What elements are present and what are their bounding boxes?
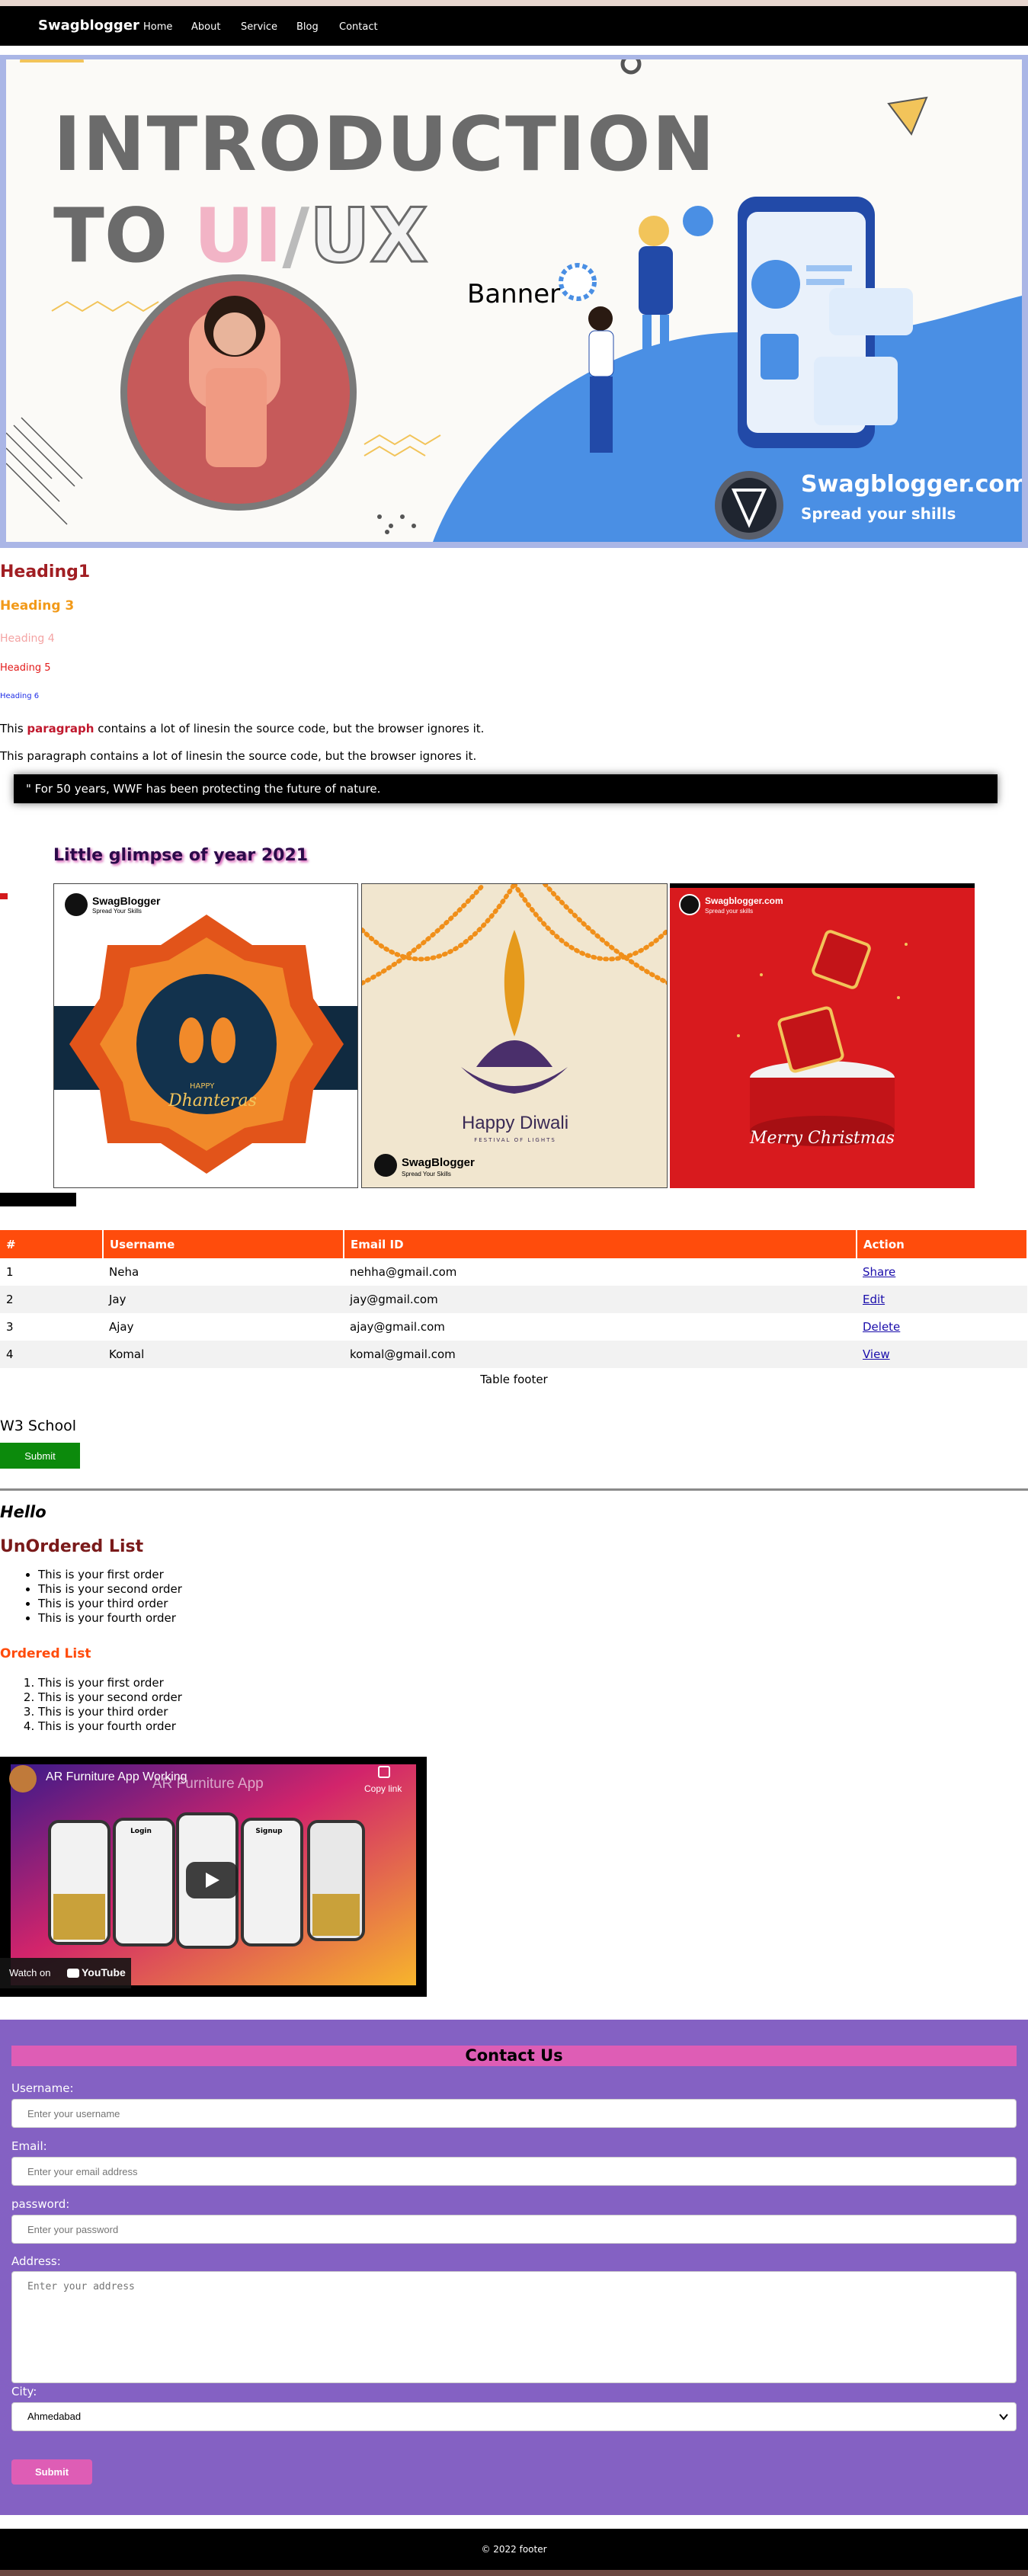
bottom-strip: [0, 2570, 1028, 2576]
unordered-list-title: UnOrdered List: [0, 1537, 144, 1556]
users-table: # Username Email ID Action 1 Neha nehha@…: [0, 1230, 1028, 1368]
city-select[interactable]: Ahmedabad: [11, 2402, 1017, 2431]
list-item: This is your fourth order: [38, 1719, 182, 1734]
list-item: This is your first order: [38, 1676, 182, 1690]
banner-site-name: Swagblogger.com: [801, 471, 1022, 498]
list-item: This is your third order: [38, 1705, 182, 1719]
chevron-down-icon: [999, 2414, 1008, 2421]
list-item: This is your fourth order: [38, 1611, 182, 1626]
edit-link[interactable]: Edit: [863, 1293, 885, 1306]
ordered-list-title: Ordered List: [0, 1646, 91, 1661]
username-label: Username:: [11, 2081, 74, 2095]
swagblogger-logo-icon: [679, 894, 700, 915]
address-textarea[interactable]: [11, 2271, 1017, 2383]
submit-button-green[interactable]: Submit: [0, 1443, 80, 1469]
swagblogger-logo-icon: [374, 1154, 397, 1177]
column-header-email: Email ID: [344, 1230, 857, 1258]
email-label: Email:: [11, 2139, 47, 2153]
banner-title-line1: INTRODUCTION: [53, 101, 716, 188]
contact-submit-button[interactable]: Submit: [11, 2459, 92, 2485]
youtube-logo-icon: [67, 1969, 79, 1978]
nav-link-contact[interactable]: Contact: [339, 21, 378, 33]
nav-link-service[interactable]: Service: [241, 21, 277, 33]
gallery-image-dhanteras: SwagBlogger Spread Your Skills HAPPY Dha…: [53, 883, 358, 1188]
heading-5: Heading 5: [0, 662, 51, 674]
heading-4: Heading 4: [0, 633, 55, 645]
table-row: 2 Jay jay@gmail.com Edit: [0, 1286, 1027, 1313]
view-link[interactable]: View: [863, 1347, 890, 1361]
column-header-action: Action: [857, 1230, 1028, 1258]
banner-image: INTRODUCTION TO UI/UX Banner Swagblogger…: [6, 59, 1022, 542]
banner-caption: Banner: [467, 279, 561, 309]
banner-title-line2: TO UI/UX: [53, 192, 429, 281]
gallery-image-christmas: Swagblogger.com Spread your skills Merry…: [670, 883, 975, 1188]
play-button[interactable]: [186, 1862, 238, 1898]
table-row: 1 Neha nehha@gmail.com Share: [6, 1265, 896, 1279]
city-label: City:: [11, 2385, 37, 2398]
nav-link-blog[interactable]: Blog: [296, 21, 319, 33]
gallery-image-diwali: Happy Diwali FESTIVAL OF LIGHTS SwagBlog…: [361, 883, 668, 1188]
password-label: password:: [11, 2197, 70, 2211]
heading-3: Heading 3: [0, 598, 75, 614]
username-input[interactable]: [11, 2099, 1017, 2128]
gallery-title: Little glimpse of year 2021: [53, 846, 309, 865]
watch-on-youtube-button[interactable]: Watch on YouTube: [0, 1958, 131, 1988]
heading-6: Heading 6: [0, 692, 40, 700]
city-selected-value: Ahmedabad: [27, 2411, 82, 2422]
unordered-list: This is your first order This is your se…: [0, 1568, 182, 1626]
list-item: This is your second order: [38, 1582, 182, 1597]
list-item: This is your first order: [38, 1568, 182, 1582]
black-bar: [0, 1193, 76, 1206]
paragraph-2: This paragraph contains a lot of linesin…: [0, 749, 477, 763]
swagblogger-logo-icon: [65, 893, 88, 916]
table-row: 4 Komal komal@gmail.com View: [0, 1341, 1027, 1368]
contact-title: Contact Us: [11, 2046, 1017, 2066]
play-icon: [206, 1873, 219, 1888]
red-marker: [0, 893, 8, 899]
footer: © 2022 footer: [0, 2529, 1028, 2570]
password-input[interactable]: [11, 2215, 1017, 2244]
list-item: This is your second order: [38, 1690, 182, 1705]
hero-banner: INTRODUCTION TO UI/UX Banner Swagblogger…: [0, 55, 1028, 548]
paragraph-1: This paragraph contains a lot of linesin…: [0, 722, 485, 735]
table-header-row: # Username Email ID Action: [0, 1230, 1028, 1258]
blockquote: " For 50 years, WWF has been protecting …: [14, 774, 998, 803]
email-input[interactable]: [11, 2157, 1017, 2186]
video-watermark: AR Furniture App: [152, 1776, 264, 1792]
navbar: Swagblogger Home About Service Blog Cont…: [0, 6, 1028, 46]
address-label: Address:: [11, 2254, 61, 2268]
horizontal-rule: [0, 1488, 1028, 1491]
hello-text: Hello: [0, 1503, 46, 1521]
nav-link-about[interactable]: About: [191, 21, 220, 33]
column-header-number: #: [0, 1230, 104, 1258]
nav-link-home[interactable]: Home: [143, 21, 172, 33]
contact-form: Contact Us Username: Email: password: Ad…: [0, 2020, 1028, 2515]
heading-1: Heading1: [0, 562, 91, 582]
table-footer: Table footer: [480, 1373, 548, 1386]
brand-logo[interactable]: Swagblogger: [38, 18, 139, 34]
table-row: 3 Ajay ajay@gmail.com Delete: [6, 1320, 901, 1334]
ordered-list: This is your first order This is your se…: [0, 1676, 182, 1734]
copy-link-label[interactable]: Copy link: [364, 1783, 402, 1794]
top-strip: [0, 0, 1028, 6]
w3school-label: W3 School: [0, 1418, 76, 1434]
delete-link[interactable]: Delete: [863, 1320, 900, 1334]
column-header-username: Username: [103, 1230, 344, 1258]
youtube-embed[interactable]: AR Furniture App Working AR Furniture Ap…: [0, 1757, 427, 1997]
copy-link-icon[interactable]: [378, 1766, 390, 1778]
banner-tagline: Spread your shills: [801, 505, 956, 523]
share-link[interactable]: Share: [863, 1265, 895, 1279]
list-item: This is your third order: [38, 1597, 182, 1611]
